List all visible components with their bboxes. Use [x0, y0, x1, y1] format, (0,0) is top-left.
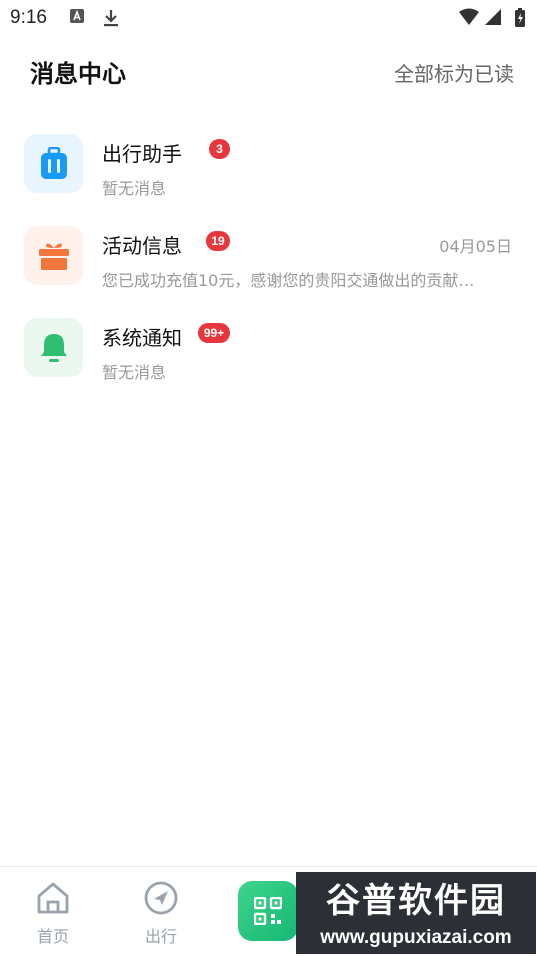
watermark-banner: 谷普软件园: [296, 872, 536, 922]
wifi-icon: [459, 8, 479, 25]
watermark-url-banner: www.gupuxiazai.com: [296, 922, 536, 954]
message-item-travel-assistant[interactable]: 出行助手 3 暂无消息: [0, 134, 537, 226]
unread-badge: 99+: [198, 323, 230, 343]
unread-badge: 19: [206, 231, 230, 251]
download-icon: [104, 10, 118, 27]
watermark-logo-text: 谷普软件园: [326, 880, 506, 921]
mark-all-read-button[interactable]: 全部标为已读: [394, 58, 514, 87]
compass-icon: [144, 881, 178, 915]
message-title: 出行助手: [102, 142, 182, 166]
qr-code-icon: [254, 897, 282, 925]
message-date: 04月05日: [439, 237, 512, 256]
gift-icon: [24, 226, 83, 285]
watermark-url: www.gupuxiazai.com: [320, 927, 512, 948]
watermark: 谷普软件园 www.gupuxiazai.com: [296, 872, 536, 956]
luggage-icon: [24, 134, 83, 193]
signal-icon: [485, 9, 501, 25]
message-preview: 暂无消息: [102, 363, 167, 382]
status-bar: 9:16: [0, 0, 537, 36]
message-item-system-notice[interactable]: 系统通知 99+ 暂无消息: [0, 318, 537, 410]
notification-a-icon: [70, 9, 84, 23]
nav-item-travel[interactable]: 出行: [131, 881, 191, 947]
battery-icon: [515, 8, 525, 27]
message-title: 系统通知: [102, 326, 182, 350]
status-time: 9:16: [10, 7, 47, 28]
nav-label-home: 首页: [36, 927, 69, 946]
message-item-activity-info[interactable]: 活动信息 19 04月05日 您已成功充值10元，感谢您的贵阳交通做出的贡献…: [0, 226, 537, 318]
bell-icon: [24, 318, 83, 377]
nav-item-home[interactable]: 首页: [23, 881, 83, 947]
unread-badge: 3: [209, 139, 230, 159]
page-title: 消息中心: [30, 60, 126, 88]
nav-label-travel: 出行: [144, 927, 177, 946]
message-preview: 您已成功充值10元，感谢您的贵阳交通做出的贡献…: [102, 271, 475, 290]
home-icon: [37, 882, 69, 914]
scan-qr-button[interactable]: [238, 881, 298, 941]
message-preview: 暂无消息: [102, 179, 167, 198]
message-title: 活动信息: [102, 234, 182, 258]
